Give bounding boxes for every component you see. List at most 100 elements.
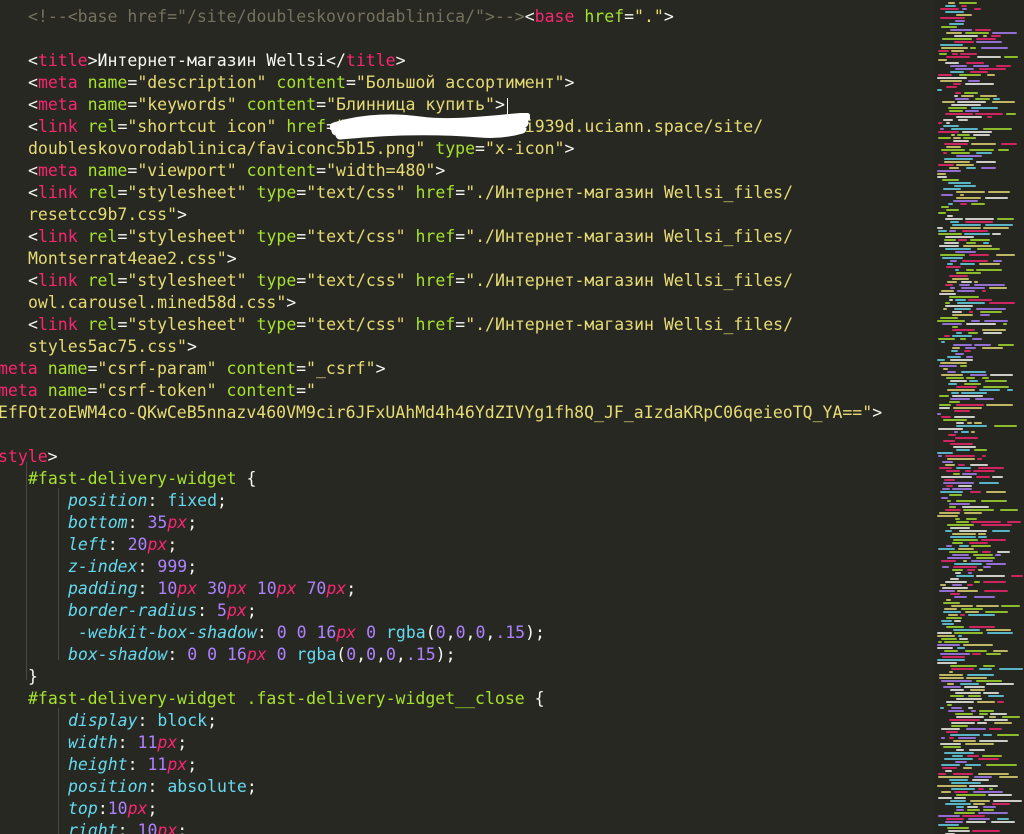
code-token: "csrf-param" [97,359,217,378]
minimap-line [937,632,952,634]
code-line[interactable]: display: block; [68,710,217,732]
code-line[interactable]: bottom: 35px; [68,512,197,534]
minimap-line [941,728,960,730]
minimap-line [975,98,990,100]
minimap-line [987,74,995,76]
code-token: : [256,623,277,642]
code-token: = [455,315,466,334]
minimap-line [945,581,967,583]
code-token: "text/css" [306,227,406,246]
minimap-line [937,452,953,454]
code-line[interactable]: <link rel="stylesheet" type="text/css" h… [28,182,793,204]
code-line[interactable]: position: fixed; [68,490,227,512]
minimap-line [982,290,986,292]
code-token: content [246,95,317,114]
code-token: rel [87,271,118,290]
minimap-line [957,101,986,103]
code-line[interactable]: border-radius: 5px; [68,600,257,622]
minimap-line [992,233,1001,235]
code-line[interactable]: right: 10px; [68,820,187,834]
code-line[interactable]: } [28,666,38,688]
minimap-line [973,554,993,556]
code-line[interactable]: styles5ac75.css"> [28,336,197,358]
code-line[interactable]: <meta name="description" content="Большо… [28,72,574,94]
minimap-line [940,44,963,46]
code-token: = [455,227,466,246]
minimap-line [951,50,964,52]
code-token: = [296,359,307,378]
minimap-line [983,242,989,244]
minimap-line [939,467,952,469]
code-line[interactable]: EfFOtzoEWM4co-QKwCeB5nnazv460VM9cir6JFxU… [0,402,882,424]
minimap-line [966,242,976,244]
minimap-line [946,209,959,211]
minimap-line [985,611,1008,613]
minimap-line [948,830,970,832]
code-line[interactable]: <link rel="stylesheet" type="text/css" h… [28,226,793,248]
minimap-line [944,158,973,160]
code-line[interactable]: height: 11px; [68,754,197,776]
code-line[interactable]: -webkit-box-shadow: 0 0 16px 0 rgba(0,0,… [78,622,545,644]
minimap[interactable] [935,0,1024,834]
minimap-line [938,59,947,61]
code-line[interactable]: <link rel="stylesheet" type="text/css" h… [28,270,793,292]
code-line[interactable]: #fast-delivery-widget .fast-delivery-wid… [28,688,545,710]
code-token: > [47,447,58,466]
minimap-line [954,95,958,97]
code-line[interactable]: box-shadow: 0 0 16px 0 rgba(0,0,0,.15); [68,644,456,666]
minimap-line [946,86,957,88]
code-token: px [276,579,297,598]
minimap-line [955,518,960,520]
code-line[interactable]: z-index: 999; [68,556,197,578]
code-line[interactable]: width: 11px; [68,732,187,754]
code-token: rgba [296,645,337,664]
minimap-line [946,266,961,268]
code-line[interactable]: owl.carousel.mined58d.css"> [28,292,296,314]
minimap-line [943,308,947,310]
code-line[interactable]: <!--<base href="/site/doubleskovorodabli… [28,6,674,28]
minimap-line [965,32,989,34]
minimap-line [957,590,978,592]
minimap-line [971,710,976,712]
minimap-line [955,98,969,100]
minimap-line [949,494,962,496]
code-line[interactable]: padding: 10px 30px 10px 70px; [68,578,356,600]
minimap-line [947,458,975,460]
minimap-line [956,806,964,808]
code-token: top [68,799,98,818]
code-line[interactable]: left: 20px; [68,534,177,556]
code-token: left [68,535,108,554]
minimap-line [939,404,951,406]
code-line[interactable]: position: absolute; [68,776,257,798]
minimap-line [948,203,953,205]
minimap-line [989,728,1002,730]
code-line[interactable]: Montserrat4eae2.css"> [28,248,237,270]
minimap-line [942,656,965,658]
code-line[interactable]: <link rel="stylesheet" type="text/css" h… [28,314,793,336]
code-line[interactable]: meta name="csrf-param" content="_csrf"> [0,358,386,380]
minimap-line [945,803,971,805]
minimap-line [976,41,1002,43]
minimap-line [993,98,1000,100]
code-line[interactable]: #fast-delivery-widget { [28,468,257,490]
minimap-line [937,173,946,175]
code-line[interactable]: style> [0,446,58,468]
minimap-line [974,596,995,598]
code-line[interactable]: meta name="csrf-token" content=" [0,380,316,402]
code-line[interactable]: <title>Интернет-магазин Wellsi</title> [28,50,406,72]
minimap-line [946,599,951,601]
minimap-line [956,116,982,118]
minimap-line [968,299,992,301]
code-token: > [395,51,406,70]
minimap-line [990,374,1013,376]
code-token: 0 [435,623,446,642]
code-line[interactable]: top:10px; [68,798,157,820]
minimap-line [948,2,955,4]
code-line[interactable]: <meta name="viewport" content="width=480… [28,160,445,182]
minimap-line [944,161,970,163]
minimap-line [955,251,976,253]
code-line[interactable]: resetcc9b7.css"> [28,204,187,226]
minimap-line [974,281,978,283]
minimap-line [950,260,957,262]
